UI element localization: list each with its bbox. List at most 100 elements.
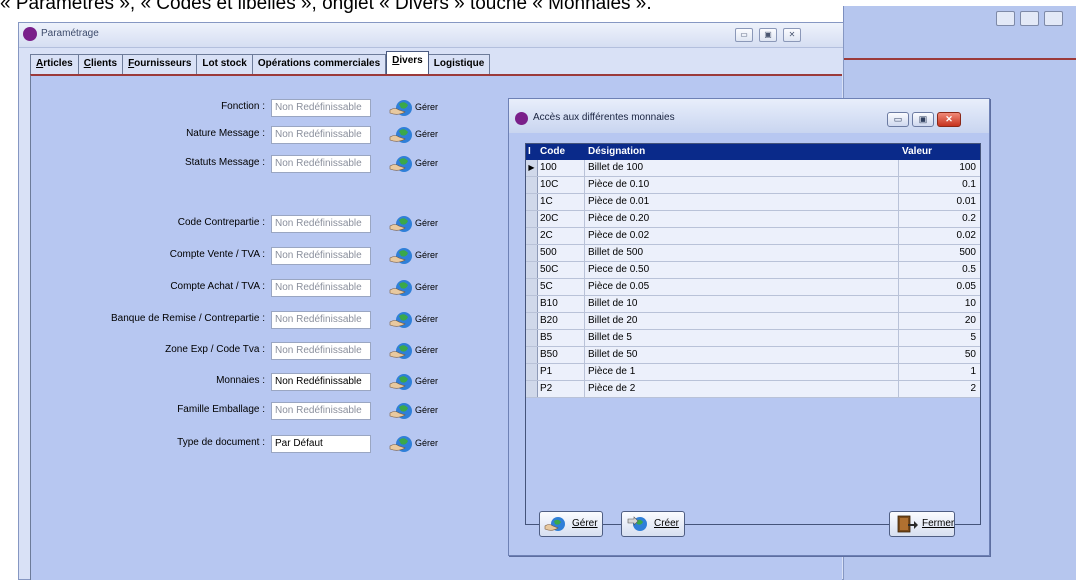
- cell-valeur: 500: [959, 247, 976, 258]
- gerer-link[interactable]: Gérer: [389, 278, 449, 298]
- dialog-minimize-button[interactable]: ▭: [887, 112, 909, 127]
- table-row[interactable]: 500 Billet de 500 500: [526, 245, 980, 262]
- row-indicator[interactable]: [526, 262, 538, 278]
- gerer-link[interactable]: Gérer: [389, 214, 449, 234]
- row-indicator[interactable]: [526, 381, 538, 397]
- globe-hand-icon: [389, 98, 415, 118]
- table-row[interactable]: P1 Pièce de 1 1: [526, 364, 980, 381]
- globe-hand-icon: [544, 517, 565, 531]
- column-header-designation[interactable]: Désignation: [588, 146, 645, 157]
- dialog-app-icon: [515, 112, 528, 125]
- fermer-button[interactable]: Fermer: [889, 511, 955, 537]
- dialog-titlebar[interactable]: Accès aux différentes monnaies ▭ ▣ ✕: [509, 99, 989, 133]
- window-titlebar[interactable]: Paramétrage ▭ ▣ ✕: [19, 23, 843, 48]
- maximize-button[interactable]: ▣: [759, 28, 777, 42]
- field-value-input[interactable]: Non Redéfinissable: [271, 99, 371, 117]
- column-separator: [584, 279, 585, 295]
- row-indicator[interactable]: [526, 245, 538, 261]
- row-indicator[interactable]: [526, 177, 538, 193]
- bg-maximize-button[interactable]: [1020, 11, 1039, 26]
- field-label: Code Contrepartie :: [177, 217, 265, 228]
- cell-valeur: 0.02: [956, 230, 976, 241]
- row-indicator[interactable]: [526, 364, 538, 380]
- field-value-input[interactable]: Non Redéfinissable: [271, 215, 371, 233]
- table-row[interactable]: 10C Pièce de 0.10 0.1: [526, 177, 980, 194]
- table-row[interactable]: 1C Pièce de 0.01 0.01: [526, 194, 980, 211]
- table-row[interactable]: B5 Billet de 5 5: [526, 330, 980, 347]
- dialog-close-button[interactable]: ✕: [937, 112, 961, 127]
- dialog-maximize-button[interactable]: ▣: [912, 112, 934, 127]
- gerer-link[interactable]: Gérer: [389, 98, 449, 118]
- column-header-valeur[interactable]: Valeur: [902, 146, 932, 157]
- cell-valeur: 2: [970, 383, 976, 394]
- column-separator: [898, 211, 899, 227]
- creer-button-label: Créer: [654, 518, 680, 529]
- row-indicator[interactable]: [526, 330, 538, 346]
- bg-close-button[interactable]: [1044, 11, 1063, 26]
- field-value-input[interactable]: Non Redéfinissable: [271, 402, 371, 420]
- row-indicator[interactable]: [526, 313, 538, 329]
- table-row[interactable]: B20 Billet de 20 20: [526, 313, 980, 330]
- bg-minimize-button[interactable]: [996, 11, 1015, 26]
- field-label-row: Nature Message :: [31, 125, 265, 145]
- gerer-link[interactable]: Gérer: [389, 246, 449, 266]
- cell-code: 1C: [540, 196, 553, 207]
- gerer-link[interactable]: Gérer: [389, 434, 449, 454]
- field-label: Compte Achat / TVA :: [170, 281, 265, 292]
- row-indicator[interactable]: [526, 228, 538, 244]
- bg-divider: [844, 58, 1076, 60]
- globe-hand-icon: [389, 434, 415, 454]
- field-value-input[interactable]: Non Redéfinissable: [271, 126, 371, 144]
- row-indicator[interactable]: ▶: [526, 160, 538, 176]
- table-row[interactable]: ▶ 100 Billet de 100 100: [526, 160, 980, 177]
- column-separator: [898, 381, 899, 397]
- field-label: Fonction :: [221, 101, 265, 112]
- table-row[interactable]: P2 Pièce de 2 2: [526, 381, 980, 398]
- tab-articles[interactable]: Articles: [30, 54, 79, 74]
- table-row[interactable]: B50 Billet de 50 50: [526, 347, 980, 364]
- gerer-link[interactable]: Gérer: [389, 372, 449, 392]
- cell-code: B5: [540, 332, 553, 343]
- cell-designation: Pièce de 0.01: [588, 196, 650, 207]
- column-separator: [898, 330, 899, 346]
- field-value-input[interactable]: Non Redéfinissable: [271, 279, 371, 297]
- gerer-link[interactable]: Gérer: [389, 401, 449, 421]
- creer-button[interactable]: Créer: [621, 511, 685, 537]
- row-indicator-header: I: [528, 146, 531, 157]
- field-value-input[interactable]: Non Redéfinissable: [271, 311, 371, 329]
- gerer-link[interactable]: Gérer: [389, 125, 449, 145]
- tab-logistique[interactable]: Logistique: [428, 54, 491, 74]
- field-label: Nature Message :: [186, 128, 265, 139]
- monnaies-table[interactable]: I Code Désignation Valeur ▶ 100 Billet de …: [525, 143, 981, 525]
- tab-clients[interactable]: Clients: [78, 54, 124, 74]
- tab-op-rations-commerciales[interactable]: Opérations commerciales: [252, 54, 387, 74]
- tab-label: lients: [90, 58, 118, 69]
- close-button[interactable]: ✕: [783, 28, 801, 42]
- cell-designation: Billet de 10: [588, 298, 638, 309]
- tab-lot-stock[interactable]: Lot stock: [197, 54, 253, 74]
- column-header-code[interactable]: Code: [540, 146, 565, 157]
- field-value-input[interactable]: Non Redéfinissable: [271, 247, 371, 265]
- gerer-link[interactable]: Gérer: [389, 310, 449, 330]
- row-indicator[interactable]: [526, 279, 538, 295]
- minimize-button[interactable]: ▭: [735, 28, 753, 42]
- gerer-link[interactable]: Gérer: [389, 154, 449, 174]
- field-value-input[interactable]: Non Redéfinissable: [271, 155, 371, 173]
- tab-divers[interactable]: Divers: [386, 51, 429, 74]
- table-row[interactable]: 5C Pièce de 0.05 0.05: [526, 279, 980, 296]
- gerer-link[interactable]: Gérer: [389, 341, 449, 361]
- row-indicator[interactable]: [526, 194, 538, 210]
- table-row[interactable]: 20C Pièce de 0.20 0.2: [526, 211, 980, 228]
- row-indicator[interactable]: [526, 211, 538, 227]
- table-row[interactable]: 2C Pièce de 0.02 0.02: [526, 228, 980, 245]
- field-value-input[interactable]: Non Redéfinissable: [271, 373, 371, 391]
- field-value-input[interactable]: Non Redéfinissable: [271, 342, 371, 360]
- tab-fournisseurs[interactable]: Fournisseurs: [123, 54, 198, 74]
- table-row[interactable]: B10 Billet de 10 10: [526, 296, 980, 313]
- row-indicator[interactable]: [526, 296, 538, 312]
- gerer-button[interactable]: Gérer: [539, 511, 603, 537]
- cell-valeur: 10: [964, 298, 976, 309]
- row-indicator[interactable]: [526, 347, 538, 363]
- table-row[interactable]: 50C Piece de 0.50 0.5: [526, 262, 980, 279]
- field-value-input[interactable]: Par Défaut: [271, 435, 371, 453]
